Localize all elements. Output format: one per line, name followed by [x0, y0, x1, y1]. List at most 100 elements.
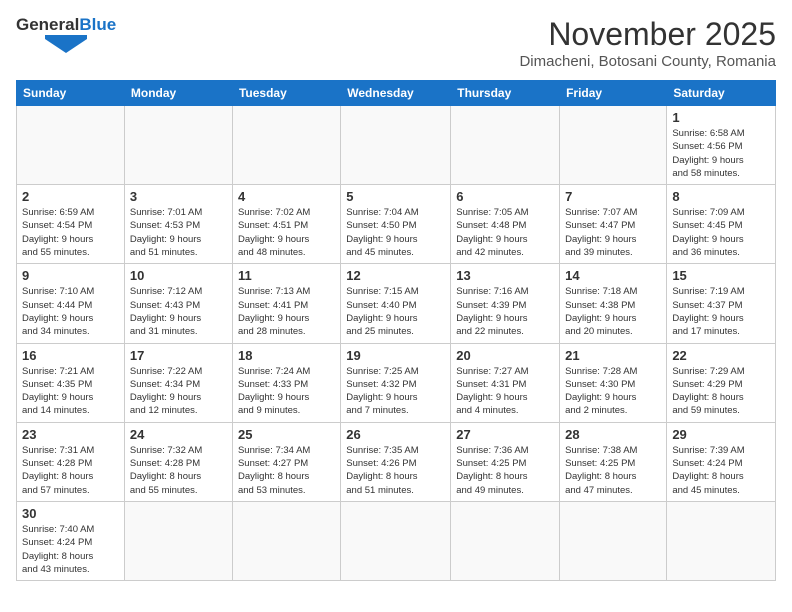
day-info: Sunrise: 7:35 AM Sunset: 4:26 PM Dayligh…: [346, 444, 445, 497]
day-info: Sunrise: 7:02 AM Sunset: 4:51 PM Dayligh…: [238, 206, 335, 259]
weekday-header-monday: Monday: [124, 81, 232, 106]
day-info: Sunrise: 7:29 AM Sunset: 4:29 PM Dayligh…: [672, 365, 770, 418]
weekday-header-wednesday: Wednesday: [341, 81, 451, 106]
calendar-day-cell: [451, 501, 560, 580]
location-subtitle: Dimacheni, Botosani County, Romania: [519, 53, 776, 70]
day-info: Sunrise: 7:34 AM Sunset: 4:27 PM Dayligh…: [238, 444, 335, 497]
day-number: 22: [672, 348, 770, 363]
calendar-day-cell: 11 Sunrise: 7:13 AM Sunset: 4:41 PM Dayli…: [232, 264, 340, 343]
calendar-table: SundayMondayTuesdayWednesdayThursdayFrid…: [16, 80, 776, 581]
day-info: Sunrise: 7:15 AM Sunset: 4:40 PM Dayligh…: [346, 285, 445, 338]
calendar-day-cell: 18Sunrise: 7:24 AM Sunset: 4:33 PM Dayli…: [232, 343, 340, 422]
calendar-day-cell: [341, 106, 451, 185]
calendar-day-cell: [124, 106, 232, 185]
calendar-day-cell: [232, 106, 340, 185]
calendar-day-cell: 22 Sunrise: 7:29 AM Sunset: 4:29 PM Dayli…: [667, 343, 776, 422]
day-number: 13: [456, 268, 554, 283]
calendar-day-cell: 2Sunrise: 6:59 AM Sunset: 4:54 PM Daylig…: [17, 185, 125, 264]
calendar-week-row: 2Sunrise: 6:59 AM Sunset: 4:54 PM Daylig…: [17, 185, 776, 264]
calendar-week-row: 30 Sunrise: 7:40 AM Sunset: 4:24 PM Dayli…: [17, 501, 776, 580]
calendar-day-cell: 16 Sunrise: 7:21 AM Sunset: 4:35 PM Dayli…: [17, 343, 125, 422]
day-info: Sunrise: 7:31 AM Sunset: 4:28 PM Dayligh…: [22, 444, 119, 497]
day-info: Sunrise: 7:25 AM Sunset: 4:32 PM Dayligh…: [346, 365, 445, 418]
weekday-header-friday: Friday: [560, 81, 667, 106]
day-number: 20: [456, 348, 554, 363]
day-info: Sunrise: 7:12 AM Sunset: 4:43 PM Dayligh…: [130, 285, 227, 338]
calendar-day-cell: [17, 106, 125, 185]
weekday-header-tuesday: Tuesday: [232, 81, 340, 106]
day-number: 3: [130, 189, 227, 204]
calendar-day-cell: [232, 501, 340, 580]
calendar-day-cell: 13 Sunrise: 7:16 AM Sunset: 4:39 PM Dayli…: [451, 264, 560, 343]
calendar-day-cell: 27Sunrise: 7:36 AM Sunset: 4:25 PM Dayli…: [451, 422, 560, 501]
day-info: Sunrise: 7:21 AM Sunset: 4:35 PM Dayligh…: [22, 365, 119, 418]
day-info: Sunrise: 7:22 AM Sunset: 4:34 PM Dayligh…: [130, 365, 227, 418]
calendar-day-cell: 24 Sunrise: 7:32 AM Sunset: 4:28 PM Dayli…: [124, 422, 232, 501]
day-number: 16: [22, 348, 119, 363]
day-info: Sunrise: 7:40 AM Sunset: 4:24 PM Dayligh…: [22, 523, 119, 576]
calendar-day-cell: [667, 501, 776, 580]
calendar-day-cell: 4 Sunrise: 7:02 AM Sunset: 4:51 PM Daylig…: [232, 185, 340, 264]
day-number: 29: [672, 427, 770, 442]
day-number: 12: [346, 268, 445, 283]
calendar-day-cell: 28 Sunrise: 7:38 AM Sunset: 4:25 PM Dayli…: [560, 422, 667, 501]
day-info: Sunrise: 7:16 AM Sunset: 4:39 PM Dayligh…: [456, 285, 554, 338]
day-info: Sunrise: 7:27 AM Sunset: 4:31 PM Dayligh…: [456, 365, 554, 418]
day-info: Sunrise: 6:59 AM Sunset: 4:54 PM Dayligh…: [22, 206, 119, 259]
day-number: 24: [130, 427, 227, 442]
day-number: 11: [238, 268, 335, 283]
day-info: Sunrise: 7:01 AM Sunset: 4:53 PM Dayligh…: [130, 206, 227, 259]
logo-general: General: [16, 15, 79, 34]
calendar-day-cell: 15 Sunrise: 7:19 AM Sunset: 4:37 PM Dayli…: [667, 264, 776, 343]
day-info: Sunrise: 7:13 AM Sunset: 4:41 PM Dayligh…: [238, 285, 335, 338]
calendar-week-row: 16 Sunrise: 7:21 AM Sunset: 4:35 PM Dayli…: [17, 343, 776, 422]
day-number: 15: [672, 268, 770, 283]
day-number: 10: [130, 268, 227, 283]
weekday-header-row: SundayMondayTuesdayWednesdayThursdayFrid…: [17, 81, 776, 106]
day-info: Sunrise: 7:28 AM Sunset: 4:30 PM Dayligh…: [565, 365, 661, 418]
day-number: 18: [238, 348, 335, 363]
calendar-day-cell: [560, 106, 667, 185]
calendar-day-cell: 8 Sunrise: 7:09 AM Sunset: 4:45 PM Daylig…: [667, 185, 776, 264]
calendar-day-cell: [451, 106, 560, 185]
page-header: GeneralBlue November 2025 Dimacheni, Bot…: [16, 16, 776, 70]
calendar-day-cell: 7Sunrise: 7:07 AM Sunset: 4:47 PM Daylig…: [560, 185, 667, 264]
day-number: 30: [22, 506, 119, 521]
day-info: Sunrise: 7:05 AM Sunset: 4:48 PM Dayligh…: [456, 206, 554, 259]
day-number: 17: [130, 348, 227, 363]
calendar-day-cell: 17 Sunrise: 7:22 AM Sunset: 4:34 PM Dayli…: [124, 343, 232, 422]
title-area: November 2025 Dimacheni, Botosani County…: [519, 16, 776, 70]
logo: GeneralBlue: [16, 16, 116, 53]
day-info: Sunrise: 7:18 AM Sunset: 4:38 PM Dayligh…: [565, 285, 661, 338]
calendar-day-cell: 3 Sunrise: 7:01 AM Sunset: 4:53 PM Daylig…: [124, 185, 232, 264]
calendar-week-row: 23Sunrise: 7:31 AM Sunset: 4:28 PM Dayli…: [17, 422, 776, 501]
calendar-day-cell: 30 Sunrise: 7:40 AM Sunset: 4:24 PM Dayli…: [17, 501, 125, 580]
day-info: Sunrise: 7:10 AM Sunset: 4:44 PM Dayligh…: [22, 285, 119, 338]
day-info: Sunrise: 7:09 AM Sunset: 4:45 PM Dayligh…: [672, 206, 770, 259]
day-number: 1: [672, 110, 770, 125]
day-info: Sunrise: 7:38 AM Sunset: 4:25 PM Dayligh…: [565, 444, 661, 497]
day-number: 25: [238, 427, 335, 442]
day-number: 21: [565, 348, 661, 363]
day-number: 7: [565, 189, 661, 204]
calendar-day-cell: 29 Sunrise: 7:39 AM Sunset: 4:24 PM Dayli…: [667, 422, 776, 501]
calendar-day-cell: 1Sunrise: 6:58 AM Sunset: 4:56 PM Daylig…: [667, 106, 776, 185]
day-number: 8: [672, 189, 770, 204]
calendar-day-cell: 5Sunrise: 7:04 AM Sunset: 4:50 PM Daylig…: [341, 185, 451, 264]
calendar-day-cell: [124, 501, 232, 580]
day-number: 28: [565, 427, 661, 442]
calendar-day-cell: 20 Sunrise: 7:27 AM Sunset: 4:31 PM Dayli…: [451, 343, 560, 422]
day-info: Sunrise: 7:39 AM Sunset: 4:24 PM Dayligh…: [672, 444, 770, 497]
weekday-header-thursday: Thursday: [451, 81, 560, 106]
day-info: Sunrise: 7:19 AM Sunset: 4:37 PM Dayligh…: [672, 285, 770, 338]
calendar-day-cell: 21 Sunrise: 7:28 AM Sunset: 4:30 PM Dayli…: [560, 343, 667, 422]
calendar-day-cell: 9Sunrise: 7:10 AM Sunset: 4:44 PM Daylig…: [17, 264, 125, 343]
weekday-header-saturday: Saturday: [667, 81, 776, 106]
day-number: 4: [238, 189, 335, 204]
calendar-day-cell: 25 Sunrise: 7:34 AM Sunset: 4:27 PM Dayli…: [232, 422, 340, 501]
calendar-day-cell: 6Sunrise: 7:05 AM Sunset: 4:48 PM Daylig…: [451, 185, 560, 264]
calendar-day-cell: 12 Sunrise: 7:15 AM Sunset: 4:40 PM Dayli…: [341, 264, 451, 343]
day-info: Sunrise: 7:32 AM Sunset: 4:28 PM Dayligh…: [130, 444, 227, 497]
day-number: 19: [346, 348, 445, 363]
month-title: November 2025: [519, 16, 776, 53]
